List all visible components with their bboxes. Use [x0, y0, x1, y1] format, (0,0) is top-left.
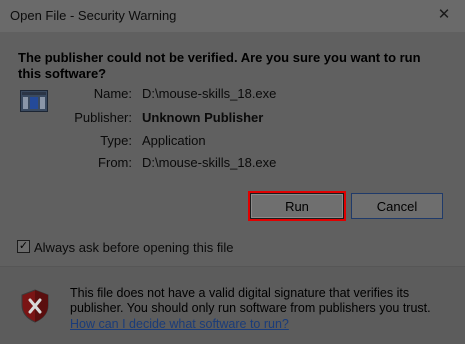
- from-value: D:\mouse-skills_18.exe: [142, 155, 277, 170]
- warning-message: This file does not have a valid digital …: [70, 286, 431, 315]
- type-value: Application: [142, 133, 206, 148]
- warning-heading: The publisher could not be verified. Are…: [18, 50, 421, 81]
- name-label: Name:: [93, 86, 132, 101]
- close-icon[interactable]: ✕: [435, 6, 453, 24]
- security-shield-icon: [21, 289, 49, 323]
- publisher-value: Unknown Publisher: [142, 110, 264, 125]
- help-link[interactable]: How can I decide what software to run?: [70, 317, 289, 331]
- name-value: D:\mouse-skills_18.exe: [142, 86, 277, 101]
- footer-panel: This file does not have a valid digital …: [0, 266, 465, 344]
- publisher-label: Publisher:: [74, 110, 132, 125]
- from-label: From:: [98, 155, 132, 170]
- title-bar: Open File - Security Warning ✕: [0, 0, 465, 32]
- always-ask-label[interactable]: Always ask before opening this file: [34, 240, 233, 255]
- type-label: Type:: [100, 133, 132, 148]
- cancel-button[interactable]: Cancel: [351, 193, 443, 219]
- always-ask-checkbox[interactable]: ✓: [17, 240, 30, 253]
- window-title: Open File - Security Warning: [10, 8, 177, 23]
- run-button[interactable]: Run: [248, 191, 346, 221]
